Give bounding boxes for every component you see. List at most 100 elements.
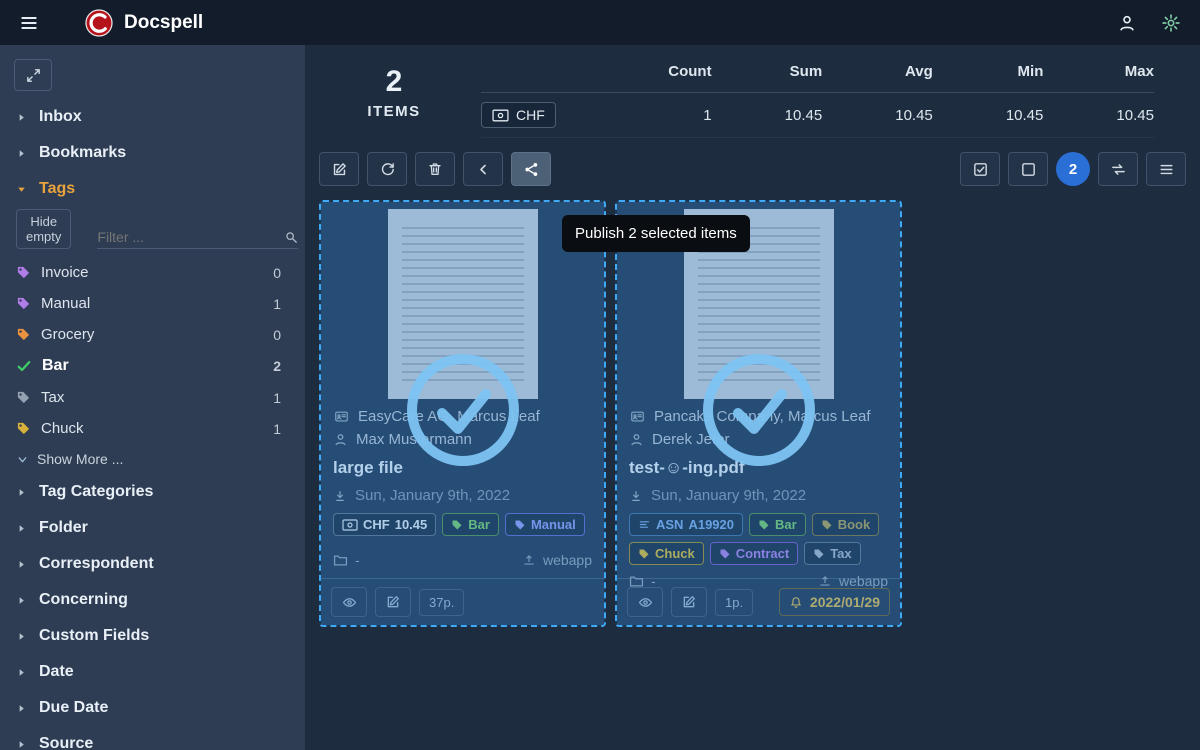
- tag-item-invoice[interactable]: Invoice 0: [0, 257, 305, 288]
- back-button[interactable]: [463, 152, 503, 186]
- tag-count: 0: [273, 265, 289, 281]
- tag-icon: [821, 519, 833, 531]
- sidebar-item-tags[interactable]: Tags: [0, 171, 305, 207]
- card-footer: - webapp: [333, 544, 592, 578]
- asn-badge: ASN A19920: [629, 513, 743, 536]
- main-content: 2 ITEMS Count Sum Avg Min Max CHF 1: [305, 45, 1200, 750]
- tag-item-grocery[interactable]: Grocery 0: [0, 319, 305, 350]
- tag-item-chuck[interactable]: Chuck 1: [0, 413, 305, 444]
- sidebar-item-label: Tag Categories: [39, 483, 153, 501]
- tag-item-bar-selected[interactable]: Bar 2: [0, 350, 305, 382]
- sidebar-item-concerning[interactable]: Concerning: [0, 582, 305, 618]
- chevron-right-icon: [16, 523, 27, 534]
- top-navbar: Docspell: [0, 0, 1200, 45]
- edit-icon: [385, 594, 401, 610]
- sidebar-item-correspondent[interactable]: Correspondent: [0, 546, 305, 582]
- tag-badge-label: Bar: [468, 517, 490, 532]
- document-preview: [388, 209, 538, 399]
- sidebar-item-label: Custom Fields: [39, 627, 149, 645]
- sidebar-item-date[interactable]: Date: [0, 654, 305, 690]
- tag-item-tax[interactable]: Tax 1: [0, 382, 305, 413]
- amount-currency: CHF: [363, 517, 390, 532]
- concerning-row: Max Mustermann: [333, 431, 592, 448]
- tag-badge-label: Tax: [830, 546, 851, 561]
- stats-value-sum: 10.45: [712, 107, 823, 124]
- sidebar-item-custom-fields[interactable]: Custom Fields: [0, 618, 305, 654]
- tag-icon: [758, 519, 770, 531]
- tag-badge[interactable]: Chuck: [629, 542, 704, 565]
- edit-selected-button[interactable]: [319, 152, 359, 186]
- item-title[interactable]: large file: [333, 458, 592, 478]
- tag-count: 2: [273, 358, 289, 374]
- item-title[interactable]: test-☺-ing.pdf: [629, 458, 888, 478]
- amount-badge: CHF 10.45: [333, 513, 436, 536]
- user-menu-button[interactable]: [1110, 6, 1144, 40]
- tag-filter-controls: Hide empty: [0, 207, 305, 257]
- show-more-button[interactable]: Show More ...: [0, 444, 305, 474]
- person-icon: [333, 432, 348, 447]
- sidebar-item-label: Correspondent: [39, 555, 154, 573]
- tag-item-manual[interactable]: Manual 1: [0, 288, 305, 319]
- reload-button[interactable]: [367, 152, 407, 186]
- tag-badge[interactable]: Bar: [442, 513, 499, 536]
- tag-label: Bar: [42, 357, 69, 375]
- item-card[interactable]: Pancake Company, Marcus Leaf Derek Jeter…: [615, 200, 902, 627]
- preview-button[interactable]: [331, 587, 367, 617]
- chevron-right-icon: [16, 559, 27, 570]
- sidebar-item-label: Inbox: [39, 108, 82, 126]
- chevron-right-icon: [16, 667, 27, 678]
- deselect-all-button[interactable]: [1008, 152, 1048, 186]
- gear-icon: [1161, 13, 1181, 33]
- settings-button[interactable]: [1154, 6, 1188, 40]
- tag-badge[interactable]: Book: [812, 513, 880, 536]
- id-card-icon: [333, 409, 350, 424]
- items-list: EasyCare AG, Marcus Leaf Max Mustermann …: [319, 200, 1186, 627]
- edit-icon: [681, 594, 697, 610]
- sidebar-item-bookmarks[interactable]: Bookmarks: [0, 135, 305, 171]
- sidebar-item-inbox[interactable]: Inbox: [0, 99, 305, 135]
- upload-icon: [522, 553, 536, 567]
- money-icon: [492, 109, 509, 122]
- edit-item-button[interactable]: [671, 587, 707, 617]
- tag-count: 1: [273, 421, 289, 437]
- page-count-badge: 1p.: [715, 589, 753, 616]
- hide-empty-button[interactable]: Hide empty: [16, 209, 71, 249]
- invert-selection-button[interactable]: [1098, 152, 1138, 186]
- card-actions: 1p. 2022/01/29: [617, 578, 900, 625]
- item-date-row: Sun, January 9th, 2022: [333, 487, 592, 504]
- list-view-button[interactable]: [1146, 152, 1186, 186]
- search-icon: [284, 230, 298, 244]
- expand-sidebar-button[interactable]: [14, 59, 52, 91]
- tag-badge[interactable]: Tax: [804, 542, 860, 565]
- menu-button[interactable]: [12, 6, 46, 40]
- tag-badge-label: Book: [838, 517, 871, 532]
- share-publish-button[interactable]: [511, 152, 551, 186]
- item-card[interactable]: EasyCare AG, Marcus Leaf Max Mustermann …: [319, 200, 606, 627]
- preview-button[interactable]: [627, 587, 663, 617]
- tag-badge[interactable]: Contract: [710, 542, 798, 565]
- page-count-badge: 37p.: [419, 589, 464, 616]
- delete-selected-button[interactable]: [415, 152, 455, 186]
- tag-label: Manual: [41, 295, 90, 312]
- sidebar-item-folder[interactable]: Folder: [0, 510, 305, 546]
- chevron-right-icon: [16, 739, 27, 750]
- check-square-icon: [972, 161, 989, 178]
- item-date: Sun, January 9th, 2022: [355, 487, 510, 504]
- sidebar-item-tag-categories[interactable]: Tag Categories: [0, 474, 305, 510]
- tag-count: 1: [273, 296, 289, 312]
- due-date-value: 2022/01/29: [810, 594, 880, 610]
- stats-value-min: 10.45: [933, 107, 1044, 124]
- sidebar-item-due-date[interactable]: Due Date: [0, 690, 305, 726]
- tag-badge[interactable]: Manual: [505, 513, 585, 536]
- select-all-button[interactable]: [960, 152, 1000, 186]
- bell-icon: [789, 595, 803, 610]
- edit-item-button[interactable]: [375, 587, 411, 617]
- stats-col-min: Min: [933, 63, 1044, 80]
- folder-info: -: [333, 552, 360, 568]
- tag-badge[interactable]: Bar: [749, 513, 806, 536]
- sidebar-item-source[interactable]: Source: [0, 726, 305, 750]
- tag-filter-input[interactable]: [97, 229, 298, 245]
- stats-table-header: Count Sum Avg Min Max: [481, 57, 1154, 93]
- tag-label: Tax: [41, 389, 64, 406]
- stats-table: Count Sum Avg Min Max CHF 1 10.45 10.45 …: [481, 57, 1154, 138]
